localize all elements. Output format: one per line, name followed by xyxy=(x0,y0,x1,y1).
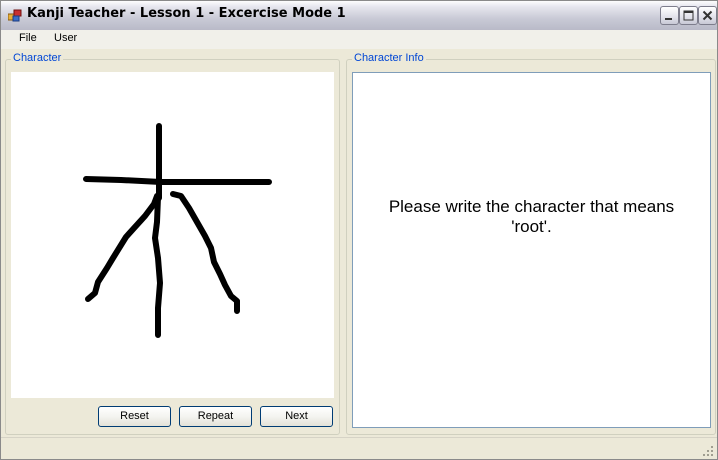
app-window: Kanji Teacher - Lesson 1 - Excercise Mod… xyxy=(0,0,718,460)
character-info-box: Please write the character that means 'r… xyxy=(352,72,711,428)
menu-file[interactable]: File xyxy=(17,32,39,44)
character-group-title: Character xyxy=(11,52,64,64)
title-bar[interactable]: Kanji Teacher - Lesson 1 - Excercise Mod… xyxy=(1,1,717,31)
character-info-group-title: Character Info xyxy=(352,52,426,64)
close-button[interactable] xyxy=(698,6,717,25)
close-icon xyxy=(702,10,713,21)
handwritten-character-drawing xyxy=(83,123,272,338)
app-icon xyxy=(8,9,22,22)
repeat-button[interactable]: Repeat xyxy=(179,406,252,427)
prompt-text: Please write the character that means 'r… xyxy=(388,197,675,236)
maximize-button[interactable] xyxy=(679,6,698,25)
minimize-button[interactable] xyxy=(660,6,679,25)
drawing-canvas[interactable] xyxy=(11,72,334,398)
maximize-icon xyxy=(683,10,694,21)
minimize-icon xyxy=(665,18,672,20)
menu-user[interactable]: User xyxy=(52,32,79,44)
window-title: Kanji Teacher - Lesson 1 - Excercise Mod… xyxy=(27,6,346,21)
reset-button[interactable]: Reset xyxy=(98,406,171,427)
resize-grip-icon[interactable] xyxy=(702,445,714,457)
next-button[interactable]: Next xyxy=(260,406,333,427)
menu-bar: File User xyxy=(1,30,717,49)
status-bar xyxy=(1,437,717,459)
